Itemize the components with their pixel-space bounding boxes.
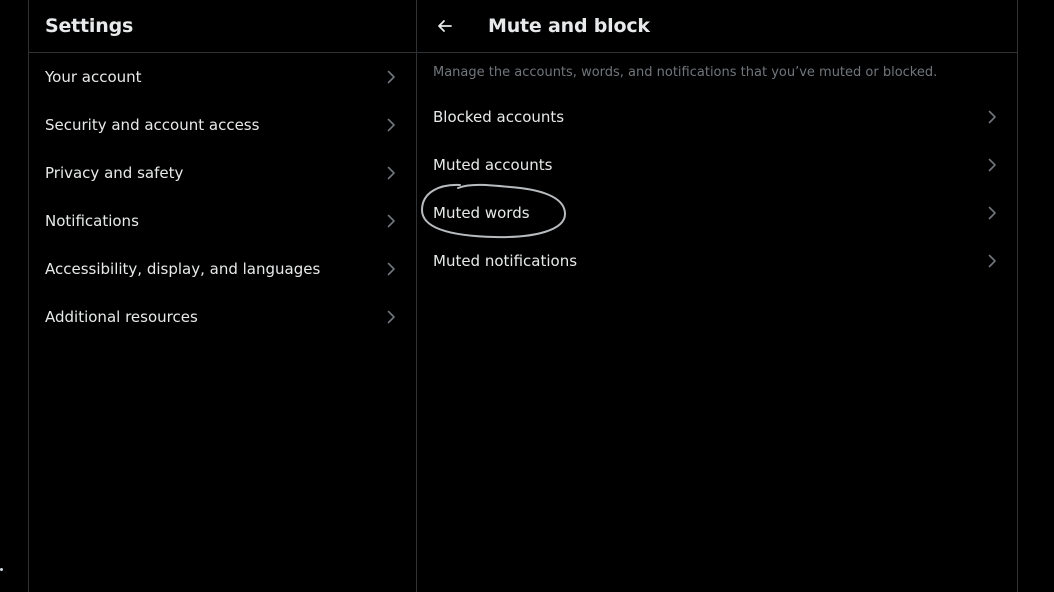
mute-item-label: Muted notifications xyxy=(433,252,578,270)
chevron-right-icon xyxy=(382,116,400,134)
mute-item-muted-accounts[interactable]: Muted accounts xyxy=(417,141,1017,189)
mute-item-muted-notifications[interactable]: Muted notifications xyxy=(417,237,1017,285)
settings-item-label: Additional resources xyxy=(45,308,198,326)
settings-item-label: Notifications xyxy=(45,212,139,230)
page-title: Mute and block xyxy=(488,15,650,37)
chevron-right-icon xyxy=(382,308,400,326)
settings-item-your-account[interactable]: Your account xyxy=(29,53,416,101)
chevron-right-icon xyxy=(382,260,400,278)
mute-block-panel: Mute and block Manage the accounts, word… xyxy=(417,0,1018,592)
chevron-right-icon xyxy=(983,252,1001,270)
chevron-right-icon xyxy=(983,204,1001,222)
mute-item-label: Blocked accounts xyxy=(433,108,565,126)
settings-item-accessibility[interactable]: Accessibility, display, and languages xyxy=(29,245,416,293)
mute-item-blocked-accounts[interactable]: Blocked accounts xyxy=(417,93,1017,141)
mute-item-muted-words[interactable]: Muted words xyxy=(417,189,1017,237)
mute-block-header: Mute and block xyxy=(417,0,1017,53)
settings-item-label: Accessibility, display, and languages xyxy=(45,260,321,278)
settings-header: Settings xyxy=(29,0,416,53)
edge-mark xyxy=(0,568,3,571)
settings-title: Settings xyxy=(45,15,134,37)
chevron-right-icon xyxy=(382,164,400,182)
settings-item-security[interactable]: Security and account access xyxy=(29,101,416,149)
settings-item-additional-resources[interactable]: Additional resources xyxy=(29,293,416,341)
mute-block-menu: Blocked accounts Muted accounts Muted wo… xyxy=(417,93,1017,285)
back-button[interactable] xyxy=(431,12,459,40)
settings-item-label: Privacy and safety xyxy=(45,164,184,182)
mute-item-label: Muted words xyxy=(433,204,530,222)
settings-item-label: Your account xyxy=(45,68,142,86)
settings-app: Settings Your account Security and accou… xyxy=(0,0,1054,592)
chevron-right-icon xyxy=(983,108,1001,126)
chevron-right-icon xyxy=(983,156,1001,174)
chevron-right-icon xyxy=(382,212,400,230)
settings-item-notifications[interactable]: Notifications xyxy=(29,197,416,245)
settings-item-privacy[interactable]: Privacy and safety xyxy=(29,149,416,197)
chevron-right-icon xyxy=(382,68,400,86)
settings-panel: Settings Your account Security and accou… xyxy=(28,0,417,592)
arrow-left-icon xyxy=(438,20,452,32)
mute-block-description: Manage the accounts, words, and notifica… xyxy=(433,65,938,80)
mute-item-label: Muted accounts xyxy=(433,156,553,174)
settings-item-label: Security and account access xyxy=(45,116,260,134)
settings-menu: Your account Security and account access… xyxy=(29,53,416,341)
